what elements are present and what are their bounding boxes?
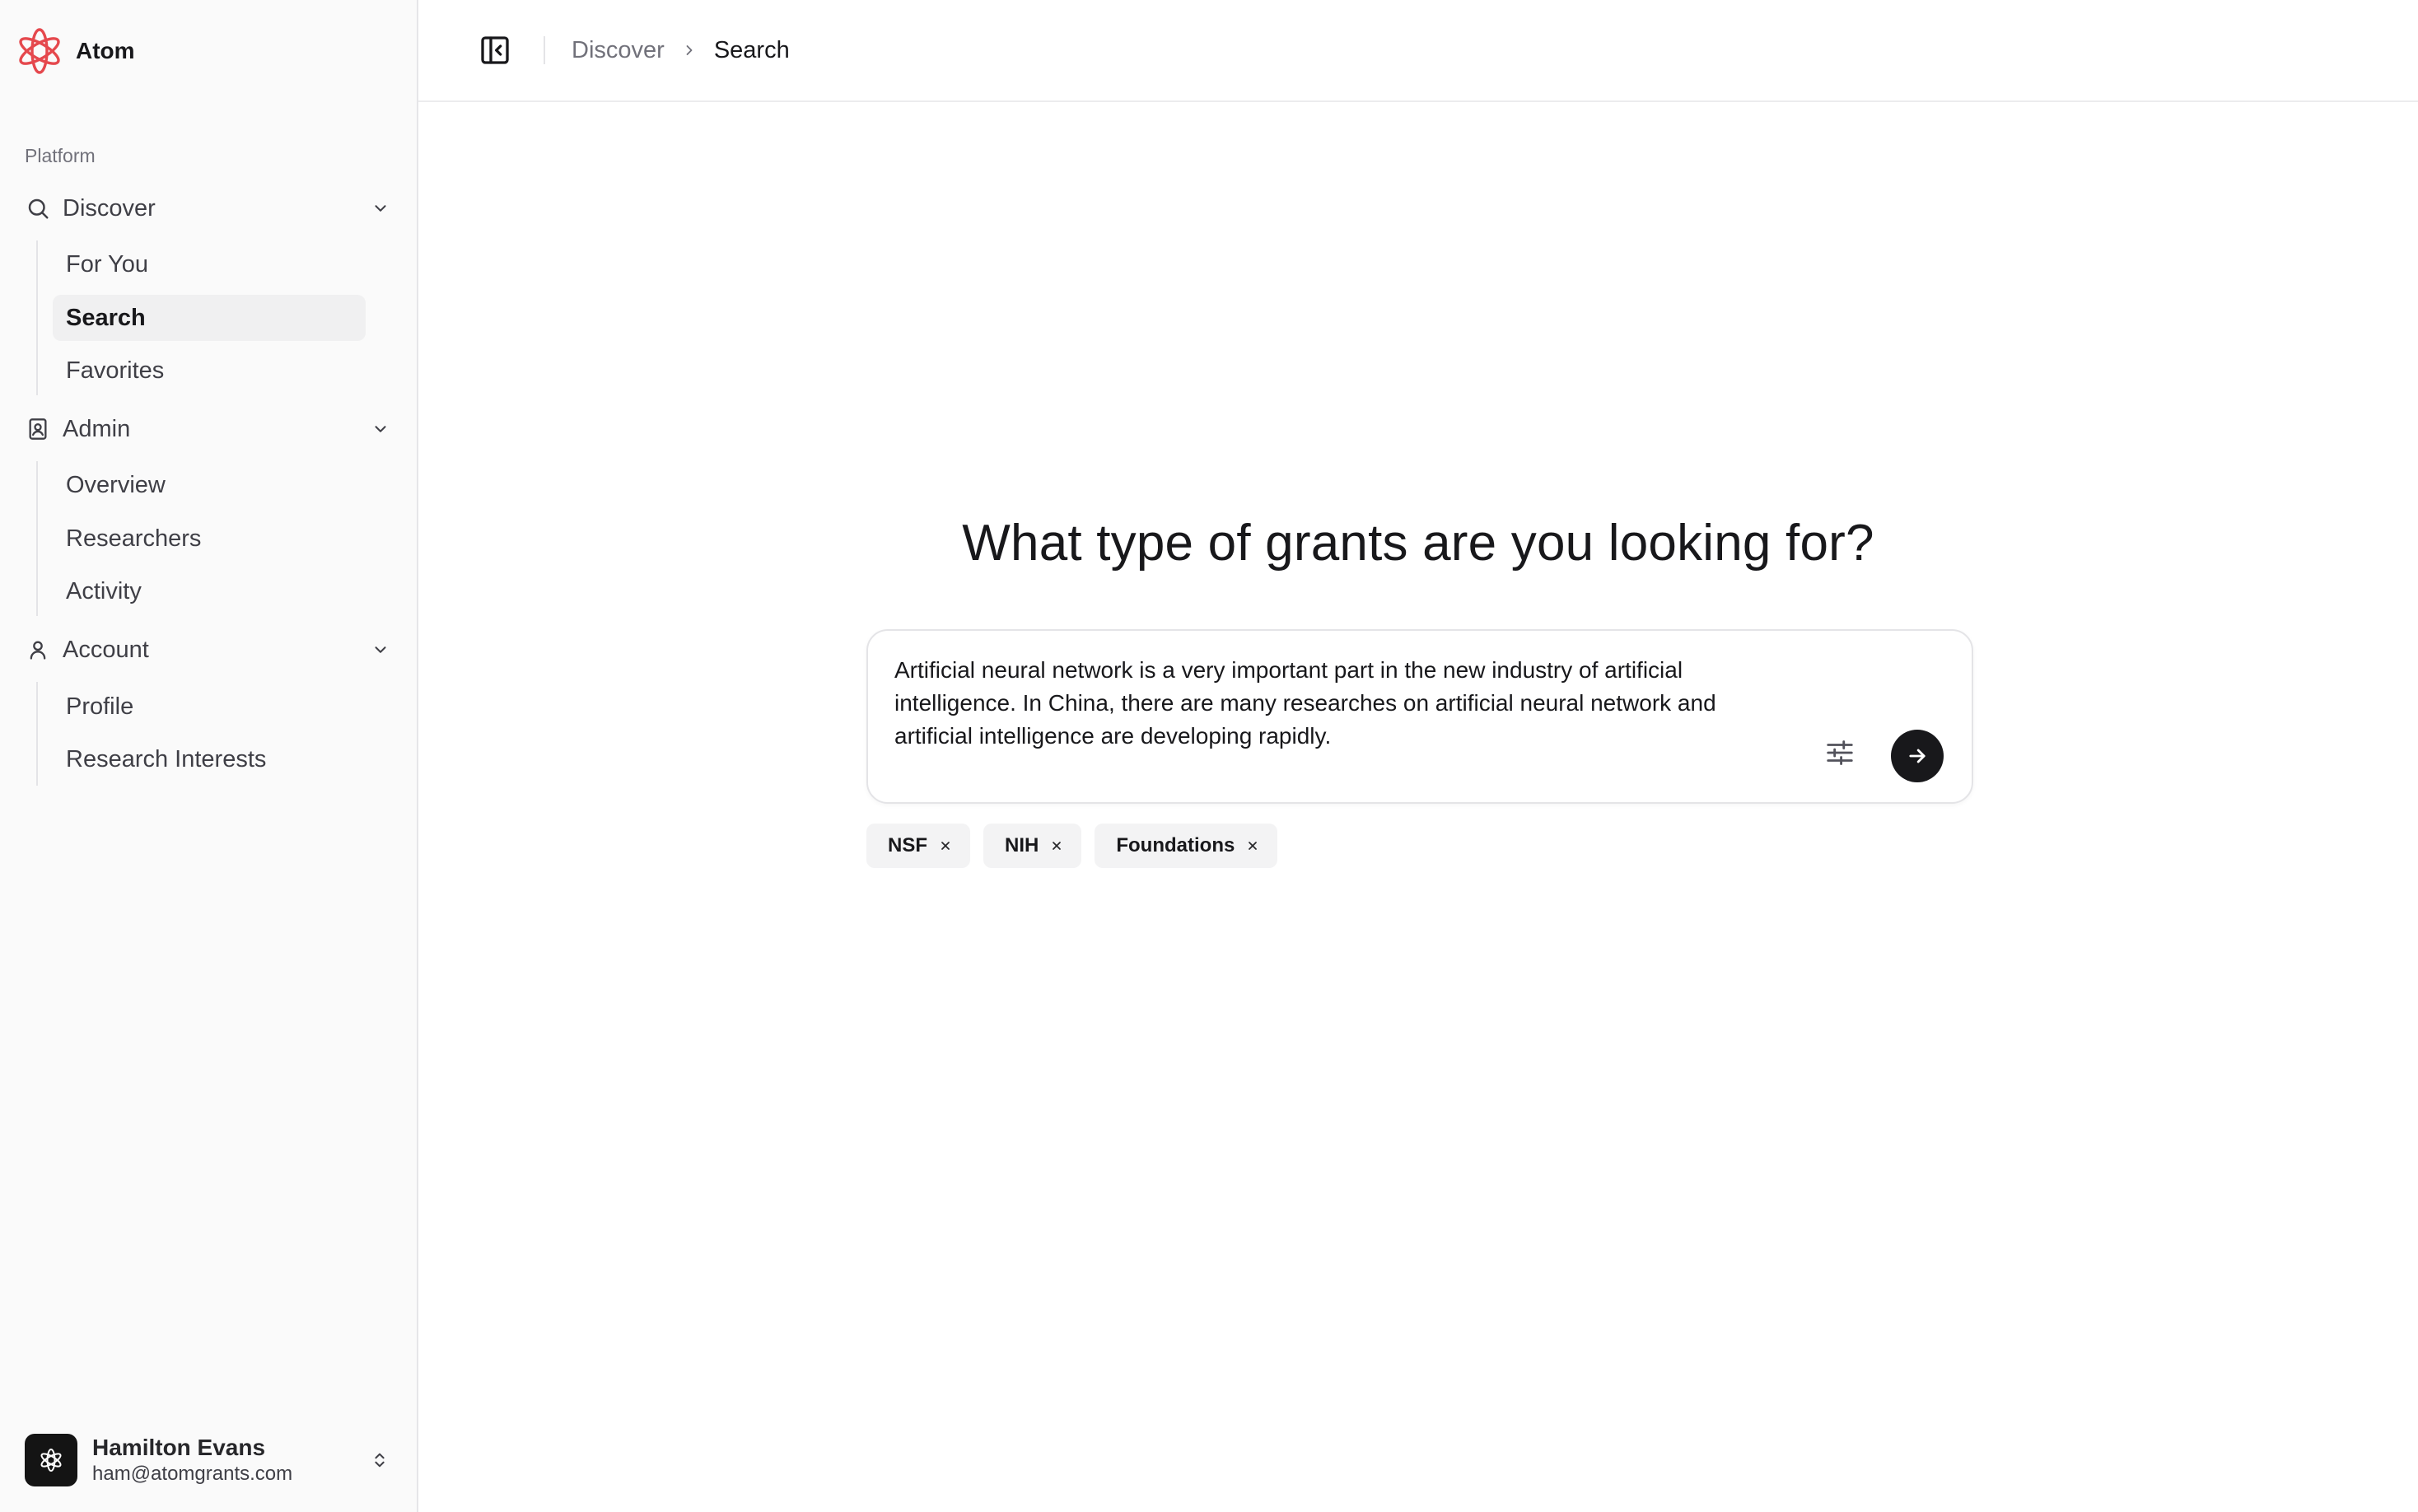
chip-label: NSF — [888, 834, 927, 856]
nav-account[interactable]: Account — [18, 625, 400, 674]
sidebar-item-overview[interactable]: Overview — [53, 462, 366, 508]
nav-discover[interactable]: Discover — [18, 184, 400, 233]
close-icon[interactable] — [937, 838, 954, 854]
submit-search-button[interactable] — [1891, 730, 1944, 782]
atom-logo-icon — [15, 25, 64, 77]
sidebar-item-search[interactable]: Search — [53, 295, 366, 341]
chevron-down-icon[interactable] — [369, 638, 392, 661]
nav-discover-label: Discover — [63, 194, 156, 222]
filter-chip-nsf[interactable]: NSF — [866, 824, 970, 868]
search-box[interactable]: Artificial neural network is a very impo… — [866, 629, 1973, 804]
chip-label: Foundations — [1116, 834, 1235, 856]
nav-group-label: Platform — [25, 145, 96, 166]
filter-chip-nih[interactable]: NIH — [983, 824, 1082, 868]
sidebar: Atom Platform Discover For You Search Fa… — [0, 0, 418, 1512]
chip-label: NIH — [1005, 834, 1039, 856]
sidebar-item-for-you[interactable]: For You — [53, 241, 366, 287]
top-bar: Discover Search — [418, 0, 2418, 102]
user-email: ham@atomgrants.com — [92, 1463, 293, 1485]
sidebar-item-favorites[interactable]: Favorites — [53, 348, 366, 394]
nav-admin-tree-line — [36, 461, 38, 616]
sidebar-item-research-interests[interactable]: Research Interests — [53, 736, 366, 782]
contact-book-icon — [18, 404, 58, 454]
user-icon — [18, 625, 58, 674]
nav-discover-tree-line — [36, 240, 38, 395]
sliders-icon[interactable] — [1822, 735, 1858, 771]
search-icon — [18, 184, 58, 233]
chevron-down-icon[interactable] — [369, 418, 392, 441]
close-icon[interactable] — [1244, 838, 1261, 854]
nav-account-tree-line — [36, 682, 38, 786]
sidebar-item-profile[interactable]: Profile — [53, 684, 366, 730]
user-menu[interactable]: Hamilton Evans ham@atomgrants.com — [25, 1433, 400, 1487]
nav-admin[interactable]: Admin — [18, 404, 400, 454]
page-title: What type of grants are you looking for? — [962, 515, 1874, 572]
chevron-right-icon — [679, 40, 699, 60]
sidebar-item-researchers[interactable]: Researchers — [53, 516, 366, 562]
chevron-down-icon[interactable] — [369, 197, 392, 220]
breadcrumb-discover[interactable]: Discover — [572, 37, 665, 64]
filter-chip-foundations[interactable]: Foundations — [1095, 824, 1278, 868]
breadcrumb: Discover Search — [572, 33, 790, 68]
user-name: Hamilton Evans — [92, 1435, 266, 1460]
arrow-right-icon — [1909, 749, 1926, 763]
search-input[interactable]: Artificial neural network is a very impo… — [894, 654, 1800, 753]
topbar-divider — [544, 36, 545, 64]
main-content: Discover Search What type of grants are … — [418, 0, 2418, 1512]
brand-name: Atom — [76, 38, 135, 63]
nav-account-label: Account — [63, 636, 149, 663]
sidebar-item-activity[interactable]: Activity — [53, 568, 366, 614]
nav-admin-label: Admin — [63, 415, 131, 442]
sidebar-toggle-icon[interactable] — [476, 31, 514, 69]
filter-chips: NSF NIH Foundations — [866, 824, 1278, 868]
avatar — [25, 1434, 77, 1486]
close-icon[interactable] — [1048, 838, 1065, 854]
chevrons-up-down-icon — [367, 1448, 392, 1472]
brand[interactable]: Atom — [15, 25, 135, 77]
breadcrumb-current: Search — [713, 36, 790, 63]
